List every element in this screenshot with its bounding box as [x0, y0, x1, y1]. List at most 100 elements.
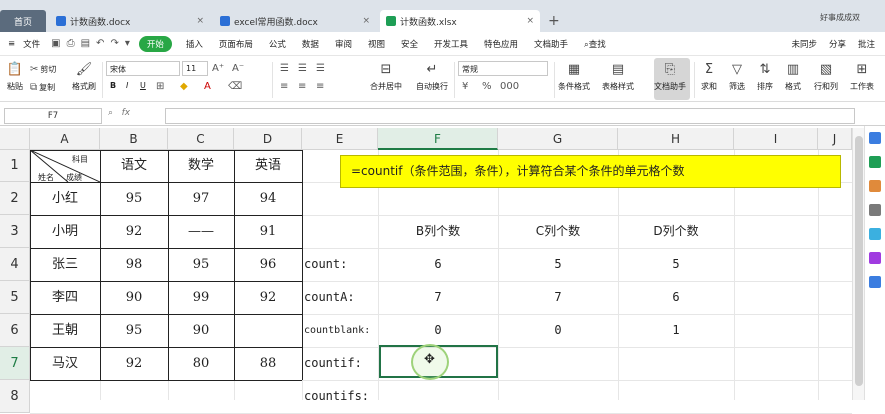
side-tool-icon[interactable]: [869, 204, 881, 216]
score-cell[interactable]: 94: [234, 182, 302, 215]
fx-icon[interactable]: ⌕ fx: [108, 108, 130, 118]
formula-note-textbox[interactable]: =countif（条件范围，条件），计算符合某个条件的单元格个数: [340, 155, 841, 188]
align-left-button[interactable]: ≡: [280, 81, 290, 92]
count-value-cell[interactable]: [498, 380, 618, 413]
menu-features[interactable]: 特色应用: [476, 38, 526, 50]
student-name-cell[interactable]: 小红: [30, 182, 100, 215]
row-header-2[interactable]: 2: [0, 182, 30, 215]
count-header-cell[interactable]: B列个数: [378, 215, 498, 248]
menu-security[interactable]: 安全: [393, 38, 426, 50]
align-middle-button[interactable]: ☰: [298, 63, 309, 74]
count-value-cell[interactable]: [618, 347, 734, 380]
table-style-button[interactable]: ▤ 表格样式: [602, 60, 634, 92]
score-cell[interactable]: 96: [234, 248, 302, 281]
score-cell[interactable]: 95: [100, 182, 168, 215]
column-header-a[interactable]: A: [30, 128, 100, 150]
menu-search[interactable]: ⌕查找: [576, 38, 614, 50]
name-box[interactable]: F7: [4, 108, 102, 124]
count-header-cell[interactable]: D列个数: [618, 215, 734, 248]
menu-review[interactable]: 审阅: [327, 38, 360, 50]
comment-button[interactable]: 批注: [852, 38, 881, 50]
close-icon[interactable]: ×: [526, 16, 534, 26]
row-header-1[interactable]: 1: [0, 150, 30, 182]
score-cell[interactable]: 80: [168, 347, 234, 380]
menu-formulas[interactable]: 公式: [261, 38, 294, 50]
row-header-4[interactable]: 4: [0, 248, 30, 281]
menu-view[interactable]: 视图: [360, 38, 393, 50]
align-right-button[interactable]: ≡: [316, 81, 326, 92]
score-cell[interactable]: 92: [100, 215, 168, 248]
format-button[interactable]: ▥ 格式: [784, 60, 802, 92]
count-value-cell[interactable]: 0: [498, 314, 618, 347]
scrollbar-thumb[interactable]: [855, 136, 863, 386]
row-header-5[interactable]: 5: [0, 281, 30, 314]
sheet-button[interactable]: ⊞ 工作表: [850, 60, 874, 92]
student-name-cell[interactable]: 小明: [30, 215, 100, 248]
menu-file[interactable]: 文件: [23, 38, 48, 50]
tab-doc-count[interactable]: 计数函数.docx ×: [50, 10, 210, 32]
share-button[interactable]: 分享: [823, 38, 852, 50]
column-header-i[interactable]: I: [734, 128, 818, 150]
new-tab-button[interactable]: +: [548, 13, 560, 29]
column-header-g[interactable]: G: [498, 128, 618, 150]
close-icon[interactable]: ×: [196, 16, 204, 26]
tab-doc-excel[interactable]: excel常用函数.docx ×: [214, 10, 376, 32]
score-cell[interactable]: [234, 314, 302, 347]
count-value-cell[interactable]: [498, 347, 618, 380]
row-header-8[interactable]: 8: [0, 380, 30, 413]
column-header-e[interactable]: E: [302, 128, 378, 150]
menu-start[interactable]: 开始: [138, 35, 172, 52]
score-cell[interactable]: 98: [100, 248, 168, 281]
vertical-scrollbar[interactable]: [852, 128, 864, 400]
align-bottom-button[interactable]: ☰: [316, 63, 327, 74]
count-header-cell[interactable]: C列个数: [498, 215, 618, 248]
close-icon[interactable]: ×: [362, 16, 370, 26]
column-header-h[interactable]: H: [618, 128, 734, 150]
select-all-corner[interactable]: [0, 128, 30, 150]
side-tool-icon[interactable]: [869, 228, 881, 240]
row-col-button[interactable]: ▧ 行和列: [814, 60, 838, 92]
conditional-format-button[interactable]: ▦ 条件格式: [558, 60, 590, 92]
merge-center-button[interactable]: ⊟ 合并居中: [370, 60, 402, 92]
count-value-cell[interactable]: 6: [378, 248, 498, 281]
row-header-3[interactable]: 3: [0, 215, 30, 248]
count-value-cell[interactable]: 7: [378, 281, 498, 314]
font-shrink-button[interactable]: A⁻: [232, 63, 246, 74]
preview-icon[interactable]: ▤: [78, 38, 93, 49]
clear-button[interactable]: ⌫: [228, 81, 244, 92]
count-value-cell[interactable]: 7: [498, 281, 618, 314]
doc-assist-button[interactable]: ⎘ 文档助手: [654, 60, 686, 92]
font-family-select[interactable]: 宋体: [106, 61, 180, 76]
column-header-j[interactable]: J: [818, 128, 852, 150]
score-cell[interactable]: ——: [168, 215, 234, 248]
score-cell[interactable]: 92: [100, 347, 168, 380]
print-icon[interactable]: ⎙: [64, 38, 78, 49]
function-label-cell[interactable]: countifs:: [304, 380, 369, 413]
filter-button[interactable]: ▽ 筛选: [728, 60, 746, 92]
function-label-cell[interactable]: countA:: [304, 281, 355, 314]
column-header-f[interactable]: F: [378, 128, 498, 150]
side-tool-icon[interactable]: [869, 180, 881, 192]
bold-button[interactable]: B: [110, 81, 116, 90]
score-cell[interactable]: 95: [168, 248, 234, 281]
function-label-cell[interactable]: countif:: [304, 347, 362, 380]
menu-icon[interactable]: ≡: [0, 39, 23, 49]
menu-data[interactable]: 数据: [294, 38, 327, 50]
menu-insert[interactable]: 插入: [178, 38, 211, 50]
student-name-cell[interactable]: 王朝: [30, 314, 100, 347]
account-label[interactable]: 好事成成双: [820, 12, 860, 23]
wrap-text-button[interactable]: ↵ 自动换行: [416, 60, 448, 92]
number-format-select[interactable]: 常规: [458, 61, 548, 76]
column-header-c[interactable]: C: [168, 128, 234, 150]
copy-button[interactable]: ⧉ 复制: [30, 82, 55, 93]
font-grow-button[interactable]: A⁺: [212, 63, 226, 74]
sort-button[interactable]: ⇅ 排序: [756, 60, 774, 92]
count-value-cell[interactable]: 6: [618, 281, 734, 314]
function-label-cell[interactable]: countblank:: [304, 314, 370, 347]
undo-icon[interactable]: ↶: [93, 38, 107, 49]
row-header-7[interactable]: 7: [0, 347, 30, 380]
menu-developer[interactable]: 开发工具: [426, 38, 476, 50]
count-value-cell[interactable]: 5: [498, 248, 618, 281]
score-cell[interactable]: 92: [234, 281, 302, 314]
redo-icon[interactable]: ↷: [107, 38, 121, 49]
